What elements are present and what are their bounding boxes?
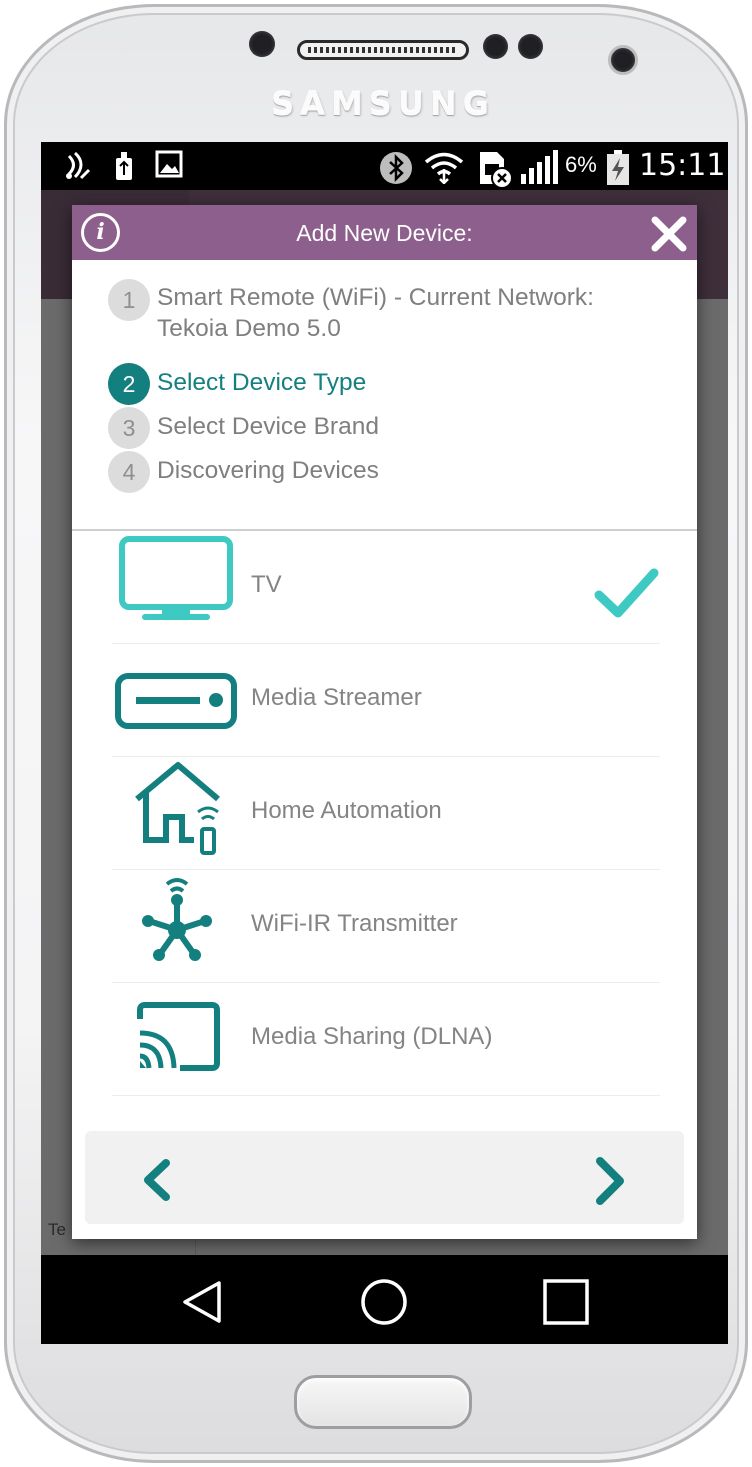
step-2: 2 Select Device Type: [108, 363, 668, 407]
proximity-sensor: [249, 31, 275, 57]
step-number: 3: [108, 407, 150, 449]
background-text: Te: [48, 1220, 66, 1239]
front-camera: [608, 45, 638, 75]
sim-error-icon: [480, 152, 513, 189]
checkmark-icon: [594, 568, 659, 618]
device-type-wifi-ir-transmitter[interactable]: WiFi-IR Transmitter: [112, 870, 660, 983]
next-button[interactable]: [592, 1156, 628, 1206]
device-type-label: Media Sharing (DLNA): [251, 1023, 493, 1050]
wifi-icon: [424, 152, 464, 184]
android-nav-bar: [41, 1255, 728, 1344]
device-type-label: Media Streamer: [251, 684, 422, 711]
phone-frame: SAMSUNG 6% 15:11 Te i Add New Device: 1 …: [4, 4, 748, 1463]
screen: 6% 15:11 Te i Add New Device: 1 Smart Re…: [41, 142, 728, 1344]
image-icon: [155, 150, 183, 178]
battery-charging-icon: [607, 150, 629, 185]
status-bar: 6% 15:11: [41, 142, 728, 190]
back-button[interactable]: [140, 1158, 174, 1202]
step-label: Smart Remote (WiFi) - Current Network: T…: [157, 284, 594, 342]
device-type-home-automation[interactable]: Home Automation: [112, 757, 660, 870]
battery-percent: 6%: [565, 152, 597, 177]
signal-icon: [521, 150, 558, 184]
step-label: Select Device Type: [157, 369, 367, 396]
home-automation-icon: [135, 762, 220, 855]
bluetooth-icon: [380, 152, 412, 184]
step-number: 2: [108, 363, 150, 405]
brand-logo: SAMSUNG: [271, 85, 495, 123]
circle-home-icon: [361, 1279, 407, 1325]
wifi-ir-transmitter-icon: [142, 878, 212, 961]
step-number: 4: [108, 451, 150, 493]
nfc-icon: [66, 151, 91, 180]
device-type-media-sharing[interactable]: Media Sharing (DLNA): [112, 983, 660, 1096]
chevron-right-icon: [596, 1157, 624, 1205]
wizard-navigation: [85, 1131, 684, 1224]
add-device-dialog: i Add New Device: 1 Smart Remote (WiFi) …: [72, 205, 697, 1239]
step-number: 1: [108, 279, 150, 321]
device-type-label: TV: [251, 571, 282, 598]
step-4: 4 Discovering Devices: [108, 451, 668, 495]
dialog-title: Add New Device:: [296, 220, 473, 246]
step-label: Select Device Brand: [157, 413, 379, 440]
nav-recents-button[interactable]: [541, 1277, 591, 1327]
cast-icon: [137, 1002, 220, 1071]
step-1: 1 Smart Remote (WiFi) - Current Network:…: [108, 279, 668, 342]
triangle-back-icon: [183, 1281, 221, 1323]
earpiece-speaker: [297, 40, 469, 60]
tv-icon: [119, 536, 233, 620]
ir-sensor: [518, 34, 543, 59]
chevron-left-icon: [144, 1159, 170, 1201]
device-type-tv[interactable]: TV: [112, 531, 660, 644]
hardware-home-button[interactable]: [294, 1375, 472, 1429]
close-button[interactable]: [650, 215, 688, 253]
device-type-label: Home Automation: [251, 797, 442, 824]
nav-home-button[interactable]: [359, 1277, 409, 1327]
step-3: 3 Select Device Brand: [108, 407, 668, 451]
close-icon: [651, 216, 687, 252]
usb-debug-icon: [116, 152, 132, 180]
light-sensor: [483, 34, 508, 59]
device-type-label: WiFi-IR Transmitter: [251, 910, 458, 937]
step-label: Discovering Devices: [157, 457, 379, 484]
device-type-media-streamer[interactable]: Media Streamer: [112, 644, 660, 757]
square-recents-icon: [543, 1279, 589, 1325]
media-streamer-icon: [115, 673, 237, 729]
nav-back-button[interactable]: [179, 1277, 229, 1327]
dialog-header: i Add New Device:: [72, 205, 697, 260]
clock: 15:11: [639, 148, 726, 183]
